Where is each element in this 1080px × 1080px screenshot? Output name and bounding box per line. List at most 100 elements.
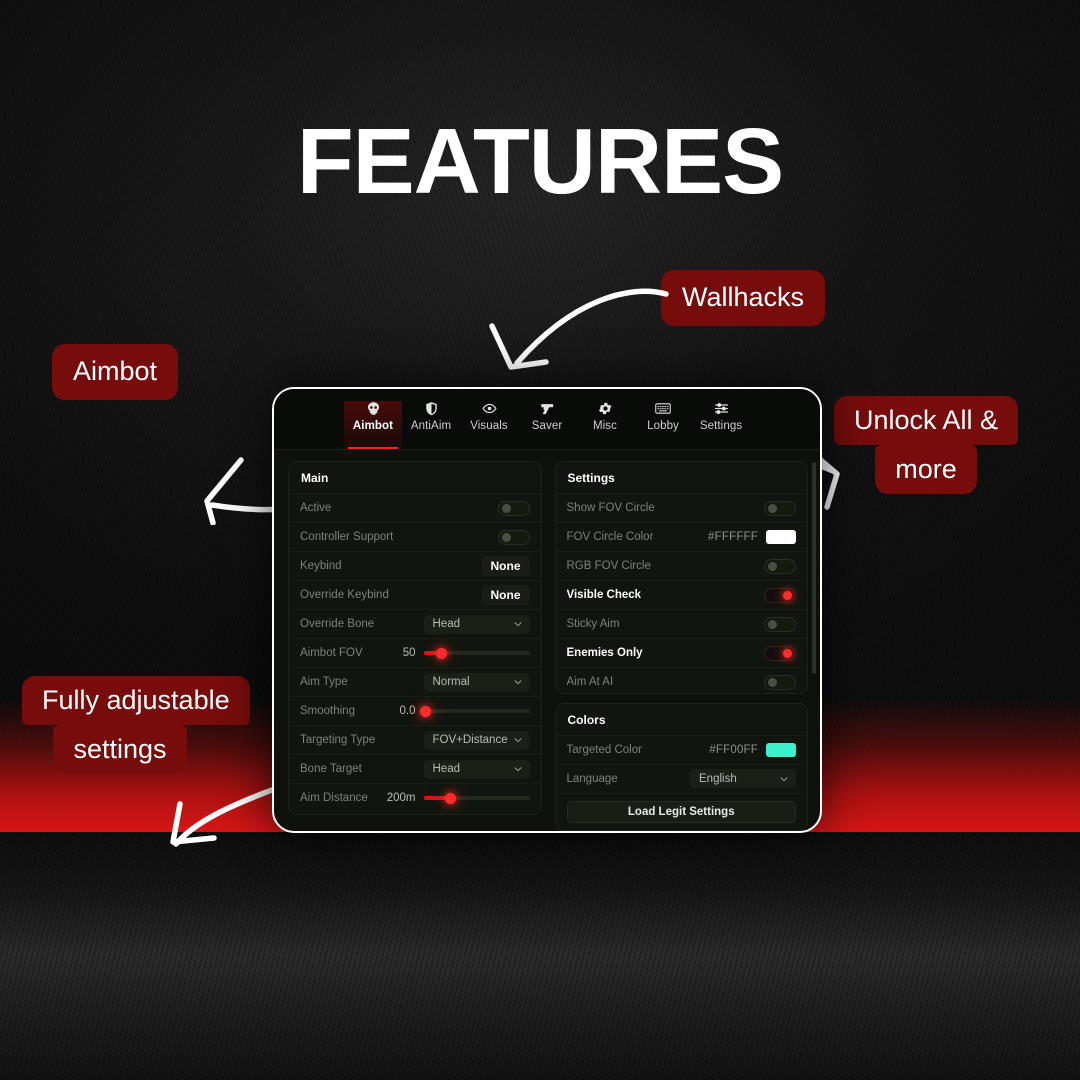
floor-surface [0,832,1080,1080]
row-keybind: Keybind None [289,551,541,580]
row-label: Active [300,502,332,514]
slider-track[interactable] [423,647,530,659]
toggle-show-fov-circle[interactable] [764,500,796,516]
slider-smoothing[interactable]: 0.0 [382,705,530,717]
row-label: RGB FOV Circle [566,560,651,572]
toggle-knob [783,649,792,658]
poster-canvas: FEATURES Aimbot Wallhacks Unlock All & m… [0,0,1080,1080]
row-label: Sticky Aim [566,618,620,630]
row-controller-support: Controller Support [289,522,541,551]
slider-track[interactable] [423,792,530,804]
row-label: Aim Distance [300,792,368,804]
toggle-visible-check[interactable] [764,587,796,603]
keybind-value-keybind[interactable]: None [481,556,530,576]
toggle-active[interactable] [497,500,530,516]
row-rgb-fov-circle: RGB FOV Circle [555,551,807,580]
toggle-aim-at-ai[interactable] [764,674,796,690]
toggle-knob [768,504,777,513]
color-swatch[interactable] [766,530,796,544]
colors-card-rows: Targeted Color #FF00FF Language English [555,734,807,793]
toggle-controller-support[interactable] [497,529,530,545]
tab-antiaim[interactable]: AntiAim [402,401,460,449]
callout-fully-adjustable-line1: Fully adjustable [22,676,250,726]
row-label: Aimbot FOV [300,647,363,659]
slider-thumb[interactable] [436,647,448,659]
color-control-fov-circle-color[interactable]: #FFFFFF [708,530,796,544]
settings-card-title: Settings [567,471,615,485]
row-label: Show FOV Circle [566,502,655,514]
keybind-value-override-keybind[interactable]: None [481,585,530,605]
row-visible-check: Visible Check [555,580,807,609]
row-label: Targeted Color [566,743,642,756]
callout-aimbot: Aimbot [52,344,179,400]
shield-icon [424,401,439,416]
toggle-knob [501,504,511,513]
dropdown-value: Normal [432,676,470,688]
toggle-enemies-only[interactable] [764,645,796,661]
tab-label: Saver [531,420,563,432]
row-targeted-color: Targeted Color #FF00FF [555,734,807,764]
slider-value: 200m [386,792,416,804]
dropdown-value: FOV+Distance [432,734,508,746]
row-override-bone: Override Bone Head [289,609,541,638]
slider-thumb[interactable] [444,792,456,804]
right-column-scrollbar[interactable] [812,462,816,674]
slider-thumb[interactable] [420,705,432,717]
slider-aimbot-fov[interactable]: 50 [382,647,530,659]
tab-aimbot[interactable]: Aimbot [344,401,402,449]
slider-track[interactable] [420,705,530,717]
row-fov-circle-color: FOV Circle Color #FFFFFF [555,522,807,551]
colors-card-button-row: Load Legit Settings [555,792,807,830]
tab-settings[interactable]: Settings [692,401,750,449]
row-label: Controller Support [300,531,394,543]
main-card: Main Active Controller Support Keybind None… [288,461,542,815]
tab-lobby[interactable]: Lobby [634,401,692,449]
row-label: Targeting Type [300,734,376,746]
slider-value: 0.0 [399,705,416,717]
sliders-icon [714,401,729,416]
dropdown-override-bone[interactable]: Head [423,614,530,634]
row-aimbot-fov: Aimbot FOV 50 [289,638,541,667]
right-column: Settings Show FOV Circle FOV Circle Color… [554,461,808,831]
dropdown-targeting-type[interactable]: FOV+Distance [423,730,530,750]
tab-visuals[interactable]: Visuals [460,401,518,449]
color-control-targeted-color[interactable]: #FF00FF [709,742,796,757]
cheat-menu-window: Aimbot AntiAim Visuals Saver Misc Lobby Settin… [272,387,822,833]
callout-unlock-all-line2: more [875,445,977,495]
color-hex-value: #FFFFFF [708,531,758,543]
color-swatch[interactable] [766,742,796,757]
callout-fully-adjustable: Fully adjustable settings [22,676,250,775]
row-label: Smoothing [300,705,355,717]
menu-body: Main Active Controller Support Keybind None… [274,450,820,831]
slider-aim-distance[interactable]: 200m [382,792,530,804]
dropdown-aim-type[interactable]: Normal [423,672,530,692]
row-targeting-type: Targeting Type FOV+Distance [289,725,541,754]
dropdown-bone-target[interactable]: Head [423,759,530,779]
toggle-knob [501,533,511,542]
row-language: Language English [555,763,807,793]
toggle-sticky-aim[interactable] [764,616,796,632]
gear-icon [598,401,613,416]
row-enemies-only: Enemies Only [555,638,807,667]
dropdown-language[interactable]: English [690,769,796,789]
load-legit-settings-button[interactable]: Load Legit Settings [566,800,796,823]
tab-label: Visuals [470,420,508,432]
callout-unlock-all: Unlock All & more [828,396,1024,495]
row-active: Active [289,493,541,522]
callout-fully-adjustable-line2: settings [53,725,187,775]
tab-label: Aimbot [352,420,394,432]
colors-card-title: Colors [567,712,606,727]
color-hex-value: #FF00FF [709,743,758,756]
eye-icon [481,401,497,416]
left-column: Main Active Controller Support Keybind None… [288,461,542,831]
toggle-rgb-fov-circle[interactable] [764,558,796,574]
tab-saver[interactable]: Saver [518,401,576,449]
row-show-fov-circle: Show FOV Circle [555,493,807,522]
slider-value: 50 [402,647,416,659]
arrow-wallhacks [489,288,669,370]
skull-icon [366,401,381,416]
tab-misc[interactable]: Misc [576,401,634,449]
toggle-knob [768,562,777,571]
tab-label: Lobby [647,420,679,432]
page-title: FEATURES [296,109,784,213]
